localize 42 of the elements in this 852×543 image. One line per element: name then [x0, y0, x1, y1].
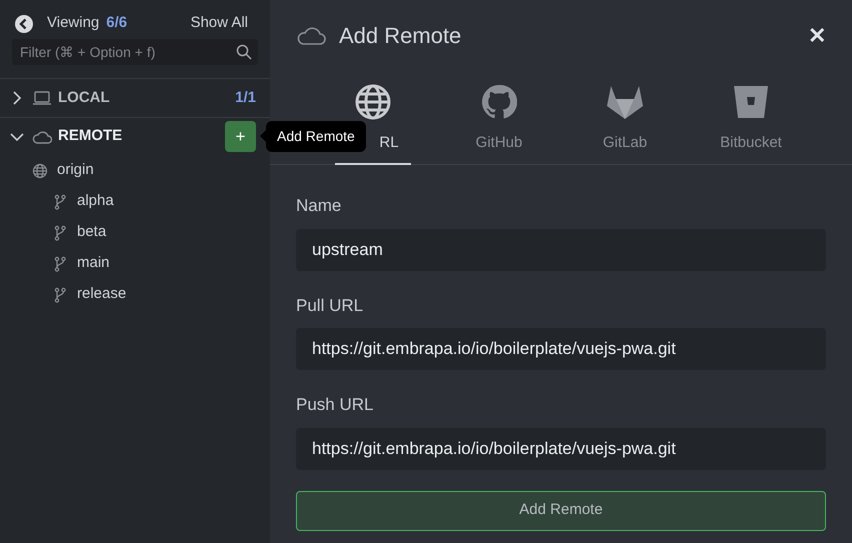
tab[interactable]: Bitbucket: [688, 70, 814, 164]
laptop-icon: [32, 90, 52, 106]
cloud-icon: [296, 25, 326, 45]
cat-silhouette-icon: [481, 84, 517, 120]
filter-field[interactable]: Filter (⌘ + Option + f): [12, 39, 258, 65]
remote-item[interactable]: origin: [57, 159, 94, 182]
tab[interactable]: GitLab: [562, 70, 688, 164]
branch-item[interactable]: beta: [77, 221, 106, 244]
chevron-right-icon[interactable]: [12, 91, 22, 105]
dialog-title: Add Remote: [339, 22, 462, 50]
back-icon[interactable]: [14, 14, 34, 34]
bucket-icon: [733, 84, 769, 119]
branch-item[interactable]: alpha: [77, 190, 114, 213]
branch-item[interactable]: main: [77, 252, 110, 275]
section-label[interactable]: REMOTE: [58, 125, 122, 148]
show-all-button[interactable]: Show All: [190, 12, 248, 35]
branch-item[interactable]: release: [77, 283, 126, 306]
viewing-label: Viewing: [47, 13, 100, 34]
section-label[interactable]: LOCAL: [58, 86, 110, 110]
tooltip: Add Remote: [266, 121, 366, 152]
section-count: 1/1: [235, 88, 256, 108]
globe-icon: [355, 84, 391, 120]
text-field[interactable]: https://git.embrapa.io/io/boilerplate/vuejs-pwa.git: [296, 428, 826, 470]
tab[interactable]: GitHub: [436, 70, 562, 164]
text-field[interactable]: https://git.embrapa.io/io/boilerplate/vuejs-pwa.git: [296, 328, 826, 370]
field-label: Pull URL: [296, 294, 364, 316]
chevron-down-icon[interactable]: [10, 132, 24, 142]
add-remote-button[interactable]: Add Remote: [296, 490, 826, 530]
fox-head-icon: [606, 84, 644, 120]
text-field[interactable]: upstream: [296, 228, 826, 270]
branch-icon: [54, 286, 66, 302]
field-label: Name: [296, 195, 342, 217]
branch-icon: [54, 224, 66, 240]
search-icon: [236, 44, 252, 60]
branch-icon: [54, 256, 66, 272]
globe-icon: [32, 162, 48, 178]
cloud-icon: [32, 130, 52, 144]
add-remote-button[interactable]: +: [225, 121, 256, 152]
close-button[interactable]: ✕: [808, 18, 826, 52]
branch-icon: [54, 194, 66, 210]
viewing-count: 6/6: [106, 13, 128, 34]
field-label: Push URL: [296, 394, 374, 416]
